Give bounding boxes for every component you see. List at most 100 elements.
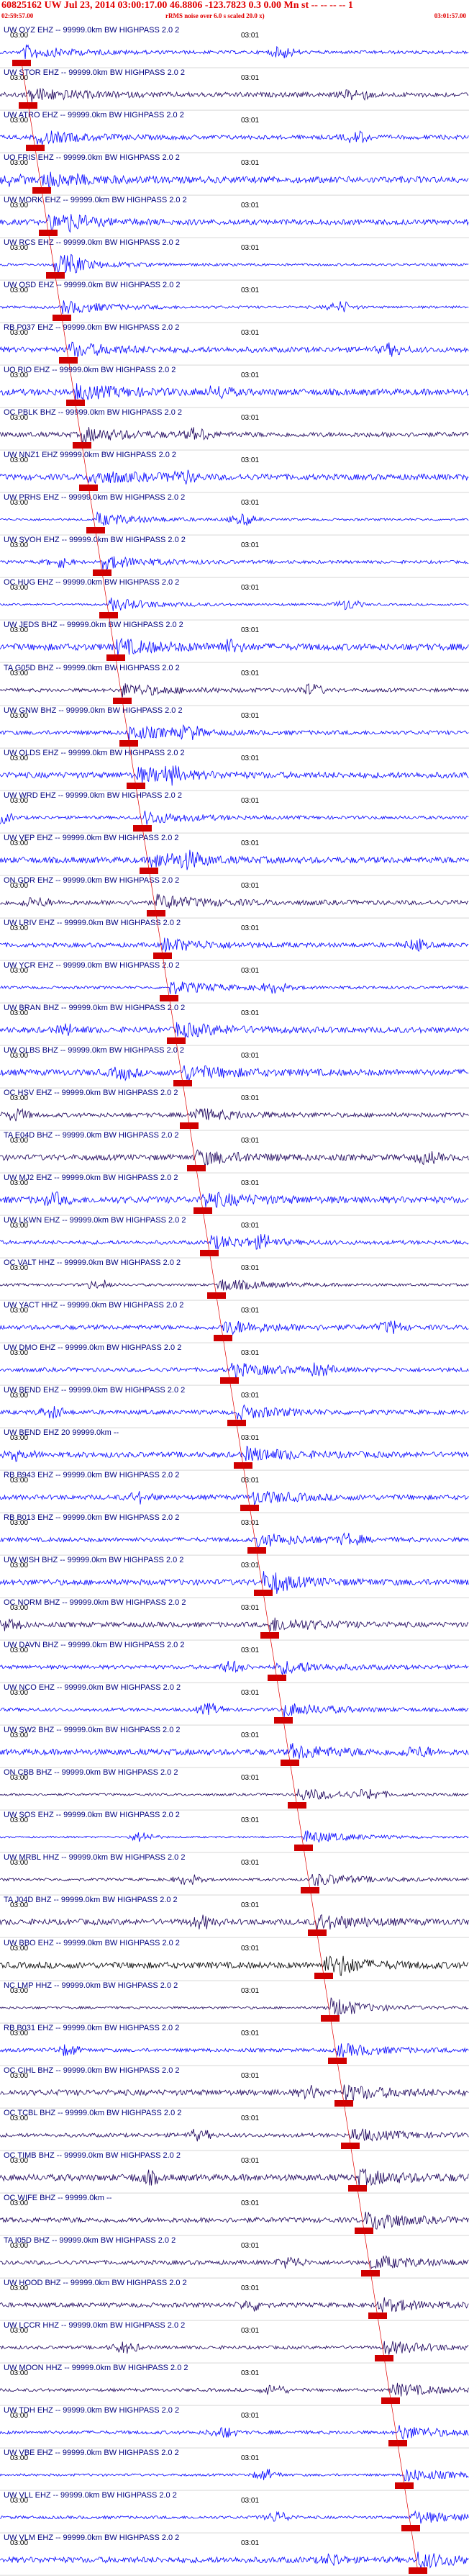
waveform-path [0,765,469,785]
phase-pick-marker[interactable] [247,1547,266,1554]
trace-row: UW BEND EHZ 20 99999.0km -- 03:00 03:01 [0,1428,469,1471]
phase-pick-marker[interactable] [240,1505,260,1512]
waveform-path [0,1571,469,1595]
trace-row: UW MOON HHZ -- 99999.0km BW HIGHPASS 2.0… [0,2364,469,2406]
time-mark-end: 03:01 [241,839,260,847]
phase-pick-marker[interactable] [193,1207,212,1214]
phase-pick-marker[interactable] [314,1972,333,1979]
time-mark-end: 03:01 [241,1051,260,1060]
phase-pick-marker[interactable] [73,442,91,449]
phase-pick-marker[interactable] [401,2524,421,2531]
phase-pick-marker[interactable] [281,1760,300,1767]
phase-pick-marker[interactable] [79,485,99,492]
phase-pick-marker[interactable] [361,2269,381,2276]
phase-pick-marker[interactable] [19,102,38,109]
time-mark-start: 03:00 [10,924,29,932]
phase-pick-marker[interactable] [186,1164,206,1171]
time-mark-end: 03:01 [241,541,260,550]
phase-pick-marker[interactable] [140,867,159,874]
phase-pick-marker[interactable] [200,1249,219,1256]
phase-pick-marker[interactable] [153,952,172,959]
station-label: UW WRD EHZ -- 99999.0km BW HIGHPASS 2.0 … [4,791,182,800]
trace-row: UW VBE EHZ -- 99999.0km BW HIGHPASS 2.0 … [0,2449,469,2491]
phase-pick-marker[interactable] [113,697,132,704]
time-mark-end: 03:01 [241,1179,260,1187]
phase-pick-marker[interactable] [375,2354,393,2361]
phase-pick-marker[interactable] [381,2397,401,2404]
phase-pick-marker[interactable] [368,2312,387,2319]
phase-pick-marker[interactable] [274,1717,293,1724]
phase-pick-marker[interactable] [395,2482,414,2489]
trace-row: OC WIFE BHZ -- 99999.0km -- 03:00 03:01 [0,2194,469,2236]
time-mark-start: 03:00 [10,414,29,423]
phase-pick-marker[interactable] [321,2014,340,2022]
time-mark-end: 03:01 [241,1944,260,1953]
phase-pick-marker[interactable] [126,782,145,789]
phase-pick-marker[interactable] [59,357,78,364]
time-mark-end: 03:01 [241,1434,260,1443]
phase-pick-marker[interactable] [287,1802,306,1809]
phase-pick-marker[interactable] [206,1292,226,1299]
phase-pick-marker[interactable] [53,315,71,322]
phase-pick-marker[interactable] [146,909,165,917]
phase-pick-marker[interactable] [133,824,152,832]
phase-pick-marker[interactable] [301,1887,320,1894]
trace-row: NC LMP HHZ -- 99999.0km BW HIGHPASS 2.0 … [0,1981,469,2024]
phase-pick-marker[interactable] [267,1675,286,1682]
phase-pick-marker[interactable] [119,739,139,747]
phase-pick-marker[interactable] [86,527,105,534]
waveform-path [0,1830,469,1844]
phase-pick-marker[interactable] [166,1037,186,1044]
time-mark-start: 03:00 [10,2156,29,2165]
time-mark-end: 03:01 [241,966,260,975]
station-label: UW YCR EHZ -- 99999.0km BW HIGHPASS 2.0 … [4,960,180,970]
time-mark-end: 03:01 [241,584,260,593]
phase-pick-marker[interactable] [39,230,58,237]
trace-row: UW VEP EHZ -- 99999.0km BW HIGHPASS 2.0 … [0,834,469,876]
phase-pick-marker[interactable] [408,2567,427,2574]
waveform-path [0,1107,469,1122]
trace-row: UO FRIS EHZ -- 99999.0km BW HIGHPASS 2.0… [0,153,469,196]
phase-pick-marker[interactable] [32,187,51,194]
waveform-path [0,1191,469,1208]
time-mark-start: 03:00 [10,1859,29,1868]
phase-pick-marker[interactable] [327,2057,347,2064]
phase-pick-marker[interactable] [173,1079,192,1086]
waveform-path [0,2469,469,2482]
trace-row: OC HUG EHZ -- 99999.0km BW HIGHPASS 2.0 … [0,578,469,621]
phase-pick-marker[interactable] [294,1845,313,1852]
phase-pick-marker[interactable] [234,1462,252,1469]
phase-pick-marker[interactable] [220,1377,240,1384]
phase-pick-marker[interactable] [93,569,111,577]
phase-pick-marker[interactable] [347,2184,367,2192]
phase-pick-marker[interactable] [227,1420,246,1427]
phase-pick-marker[interactable] [12,60,31,67]
phase-pick-marker[interactable] [307,1929,327,1937]
phase-pick-marker[interactable] [160,994,179,1001]
phase-pick-marker[interactable] [45,272,65,279]
phase-pick-marker[interactable] [355,2227,373,2234]
waveform-path [0,2043,469,2058]
phase-pick-marker[interactable] [254,1590,273,1597]
phase-pick-marker[interactable] [388,2439,407,2446]
time-mark-end: 03:01 [241,1647,260,1655]
phase-pick-marker[interactable] [99,612,119,619]
time-mark-end: 03:01 [241,796,260,805]
phase-pick-marker[interactable] [214,1335,232,1342]
time-mark-end: 03:01 [241,711,260,720]
phase-pick-marker[interactable] [180,1122,199,1129]
trace-row: TA I05D BHZ -- 99999.0km BW HIGHPASS 2.0… [0,2236,469,2279]
time-mark-end: 03:01 [241,2199,260,2207]
station-label: UW LKWN EHZ -- 99999.0km BW HIGHPASS 2.0… [4,1215,186,1225]
time-mark-end: 03:01 [241,1986,260,1995]
phase-pick-marker[interactable] [341,2142,360,2149]
time-mark-start: 03:00 [10,1986,29,1995]
time-mark-start: 03:00 [10,839,29,847]
trace-row: OC NORM BHZ -- 99999.0km BW HIGHPASS 2.0… [0,1598,469,1641]
phase-pick-marker[interactable] [260,1632,280,1639]
phase-pick-marker[interactable] [106,654,125,662]
phase-pick-marker[interactable] [334,2099,353,2107]
phase-pick-marker[interactable] [65,400,85,407]
time-mark-start: 03:00 [10,2539,29,2547]
phase-pick-marker[interactable] [25,145,45,152]
